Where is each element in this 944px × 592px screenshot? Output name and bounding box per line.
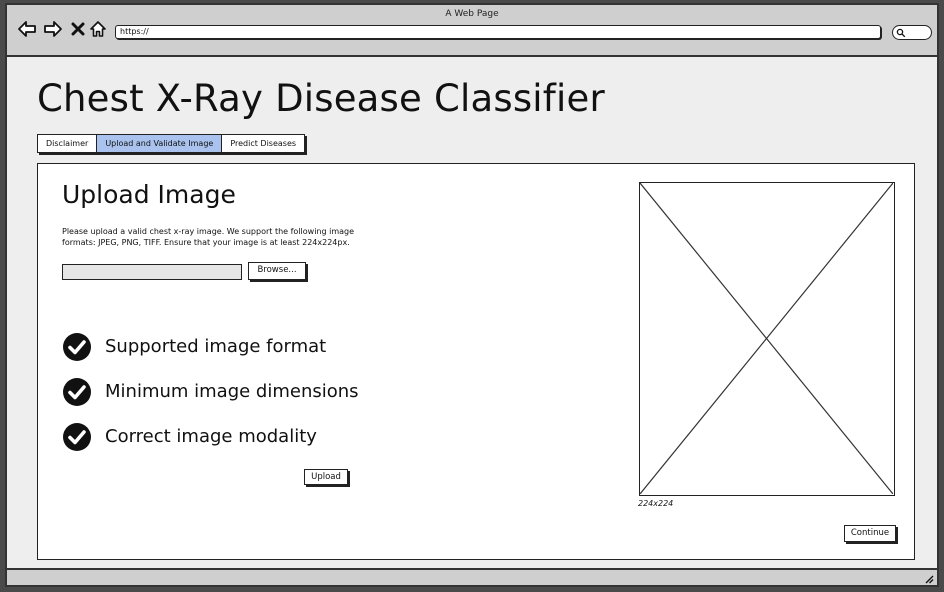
list-item: Supported image format (62, 324, 359, 369)
stop-button[interactable] (68, 19, 88, 39)
check-label: Supported image format (105, 336, 327, 357)
check-circle-icon (63, 332, 91, 361)
image-placeholder-icon (640, 183, 893, 494)
home-icon (90, 21, 106, 37)
check-circle-icon (63, 422, 91, 451)
upload-panel: Upload Image Please upload a valid chest… (37, 163, 915, 560)
list-item: Correct image modality (62, 414, 359, 459)
image-placeholder (639, 182, 895, 496)
arrow-left-icon (18, 21, 36, 37)
search-icon (896, 28, 906, 37)
check-circle-icon (63, 377, 91, 406)
upload-button[interactable]: Upload (304, 469, 348, 485)
browser-chrome: A Web Page https:// (7, 5, 937, 57)
image-caption: 224x224 (638, 499, 674, 508)
arrow-right-icon (44, 21, 62, 37)
page-title: Chest X-Ray Disease Classifier (37, 77, 605, 120)
url-bar[interactable]: https:// (115, 25, 881, 39)
upload-instructions: Please upload a valid chest x-ray image.… (62, 227, 355, 247)
window-title: A Web Page (445, 9, 499, 19)
tab-bar: Disclaimer Upload and Validate Image Pre… (37, 134, 306, 153)
check-label: Correct image modality (105, 426, 317, 447)
resize-grip-icon[interactable] (923, 573, 934, 584)
browse-button[interactable]: Browse... (248, 262, 306, 280)
tab-disclaimer[interactable]: Disclaimer (38, 135, 98, 152)
browser-search-button[interactable] (892, 25, 932, 40)
section-title: Upload Image (62, 180, 236, 209)
forward-button[interactable] (43, 19, 63, 39)
tab-predict-diseases[interactable]: Predict Diseases (222, 135, 304, 152)
continue-button[interactable]: Continue (844, 525, 896, 542)
close-icon (71, 22, 85, 36)
file-path-input[interactable] (62, 264, 242, 280)
back-button[interactable] (17, 19, 37, 39)
check-label: Minimum image dimensions (105, 381, 359, 402)
list-item: Minimum image dimensions (62, 369, 359, 414)
home-button[interactable] (88, 19, 108, 39)
tab-upload-and-validate[interactable]: Upload and Validate Image (97, 135, 223, 152)
browser-window: A Web Page https:// Chest X-Ray Disease … (5, 3, 939, 587)
status-bar (7, 568, 937, 585)
validation-checklist: Supported image format Minimum image dim… (62, 324, 359, 459)
